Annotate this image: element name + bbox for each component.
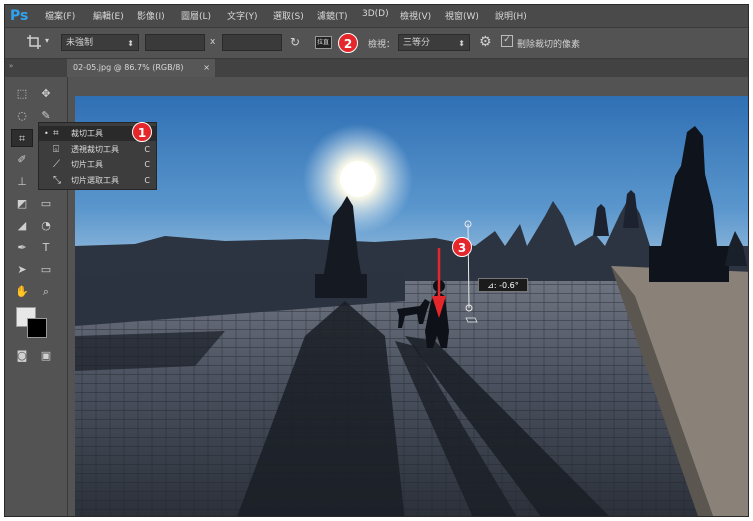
type-tool[interactable]: T [35,239,57,257]
menu-filter[interactable]: 濾鏡(T) [317,9,348,22]
crop-tool[interactable]: ⌗ [11,129,33,147]
zoom-tool[interactable]: ⌕ [35,283,57,301]
crop-icon: ⌗ [53,128,59,139]
selected-dot-icon: • [44,129,49,138]
eraser-tool[interactable]: ◩ [11,195,33,213]
ratio-value: 未強制 [66,38,94,48]
flyout-item-label: 切片工具 [71,160,103,169]
perspective-crop-icon: ⌺ [53,144,59,155]
document-tab-title: 02-05.jpg @ 86.7% (RGB/8) [73,63,184,72]
flyout-item-shortcut: C [144,176,150,185]
quick-mask-button[interactable]: ◙ [11,347,33,365]
flyout-item-label: 裁切工具 [71,129,103,138]
screen-mode-button[interactable]: ▣ [35,347,57,365]
width-field[interactable] [145,34,205,51]
delete-pixels-label: 刪除裁切的像素 [517,40,581,50]
menu-3d[interactable]: 3D(D) [362,9,389,19]
background-color-swatch[interactable] [27,318,47,338]
crop-icon[interactable] [27,35,41,52]
close-icon[interactable]: × [203,59,210,77]
stamp-tool[interactable]: ⊥ [11,173,33,191]
menu-file[interactable]: 檔案(F) [45,9,75,22]
swap-icon[interactable]: ↻ [290,35,300,49]
flyout-item-perspective-crop[interactable]: ⌺ 透視裁切工具 C [39,142,156,157]
blur-tool[interactable]: ◢ [11,217,33,235]
overlay-view-value: 三等分 [403,38,431,48]
canvas-area[interactable] [75,96,748,516]
menu-select[interactable]: 選取(S) [273,9,304,22]
options-bar: ▾ 未強制 ⬍ x ↻ 拉直 2 檢視： 三等分 ⬍ ⚙ ✓ 刪除裁切的像素 [5,28,748,59]
menu-bar: Ps 檔案(F) 編輯(E) 影像(I) 圖層(L) 文字(Y) 選取(S) 濾… [5,5,748,28]
callout-badge-3: 3 [452,237,472,257]
overlay-view-select[interactable]: 三等分 ⬍ [398,34,470,51]
gradient-tool[interactable]: ▭ [35,195,57,213]
marquee-tool[interactable]: ⬚ [11,85,33,103]
dodge-tool[interactable]: ◔ [35,217,57,235]
menu-edit[interactable]: 編輯(E) [93,9,124,22]
pen-tool[interactable]: ✒ [11,239,33,257]
angle-readout: ⊿: -0.6° [478,278,528,292]
photo [75,96,748,516]
hand-tool[interactable]: ✋ [11,283,33,301]
menu-help[interactable]: 說明(H) [495,9,527,22]
chevron-down-icon: ⬍ [127,39,134,48]
flyout-item-shortcut: C [144,160,150,169]
shape-tool[interactable]: ▭ [35,261,57,279]
slice-icon: ⟋ [53,159,60,170]
menu-window[interactable]: 視窗(W) [445,9,479,22]
straighten-button[interactable]: 拉直 [315,36,332,49]
lasso-tool[interactable]: ◌ [11,107,33,125]
flyout-item-label: 透視裁切工具 [71,145,119,154]
callout-badge-1: 1 [132,122,152,142]
ps-logo: Ps [10,8,29,24]
tool-preset-arrow-icon[interactable]: ▾ [45,36,49,45]
height-field[interactable] [222,34,282,51]
menu-type[interactable]: 文字(Y) [227,9,258,22]
times-symbol: x [210,37,216,47]
collapse-arrows-icon[interactable]: » [9,62,13,70]
ratio-select[interactable]: 未強制 ⬍ [61,34,139,51]
move-tool[interactable]: ✥ [35,85,57,103]
photoshop-window: Ps 檔案(F) 編輯(E) 影像(I) 圖層(L) 文字(Y) 選取(S) 濾… [4,4,749,517]
slice-select-icon: ⤡ [53,175,61,186]
brush-tool[interactable]: ✐ [11,151,33,169]
chevron-down-icon: ⬍ [458,39,465,48]
flyout-item-label: 切片選取工具 [71,176,119,185]
view-label: 檢視： [368,40,396,50]
flyout-item-slice-select[interactable]: ⤡ 切片選取工具 C [39,173,156,188]
document-tab[interactable]: 02-05.jpg @ 86.7% (RGB/8) × [67,59,215,77]
delete-pixels-checkbox[interactable]: ✓ [501,35,513,47]
straighten-label: 拉直 [317,39,330,46]
menu-view[interactable]: 檢視(V) [400,9,431,22]
gear-icon[interactable]: ⚙ [479,34,492,50]
menu-image[interactable]: 影像(I) [137,9,165,22]
flyout-item-slice[interactable]: ⟋ 切片工具 C [39,157,156,172]
document-tab-bar: » 02-05.jpg @ 86.7% (RGB/8) × [5,59,748,77]
path-selection-tool[interactable]: ➤ [11,261,33,279]
menu-layer[interactable]: 圖層(L) [181,9,211,22]
callout-badge-2: 2 [338,33,358,53]
flyout-item-shortcut: C [144,145,150,154]
